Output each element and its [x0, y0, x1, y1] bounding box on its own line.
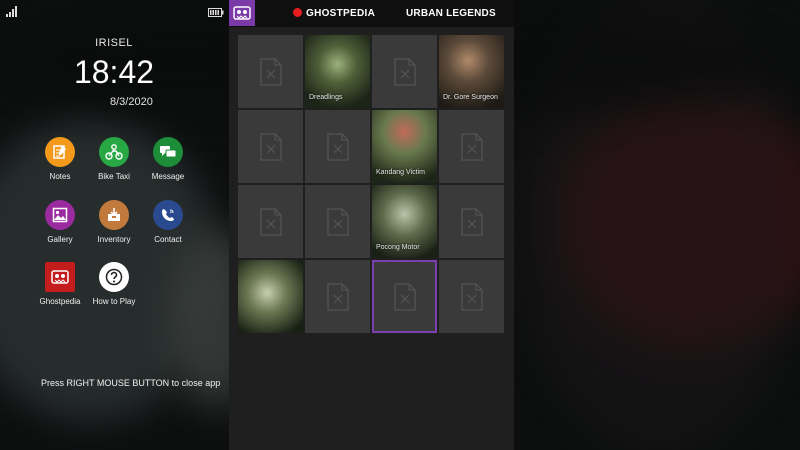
- ghost-entry[interactable]: Dreadlings: [305, 35, 370, 108]
- help-icon: [99, 262, 129, 292]
- bike-taxi-icon: [99, 137, 129, 167]
- close-app-hint: Press RIGHT MOUSE BUTTON to close app: [41, 378, 221, 388]
- app-label: How to Play: [92, 297, 136, 306]
- ghost-entry-locked[interactable]: [238, 35, 303, 108]
- ghostpedia-icon: [45, 262, 75, 292]
- app-gallery[interactable]: Gallery: [30, 200, 90, 244]
- ghost-entry-locked[interactable]: [439, 110, 504, 183]
- gallery-icon: [45, 200, 75, 230]
- message-icon: [153, 137, 183, 167]
- ghost-entry[interactable]: Pocong Motor: [372, 185, 437, 258]
- ghost-entry[interactable]: [238, 260, 303, 333]
- app-ghostpedia[interactable]: Ghostpedia: [30, 262, 90, 306]
- ghost-entry-locked[interactable]: [238, 110, 303, 183]
- ghost-photo: [238, 260, 303, 333]
- ghostpedia-logo-icon: [229, 0, 255, 26]
- ghost-entry-locked[interactable]: [305, 260, 370, 333]
- ghost-entry-locked[interactable]: [238, 185, 303, 258]
- ghost-entry-grid: Dreadlings Dr. Gore Surgeon Kandang Vict…: [237, 34, 505, 334]
- clock-time: 18:42: [73, 54, 155, 90]
- ghostpedia-header: GHOSTPEDIA URBAN LEGENDS: [229, 0, 514, 27]
- missing-image-icon: [326, 282, 349, 311]
- tab-label: URBAN LEGENDS: [406, 8, 496, 19]
- clock-date: 8/3/2020: [110, 96, 153, 108]
- contact-icon: [153, 200, 183, 230]
- app-label: Message: [151, 172, 185, 181]
- app-inventory[interactable]: Inventory: [84, 200, 144, 244]
- missing-image-icon: [326, 132, 349, 161]
- tab-urban-legends[interactable]: URBAN LEGENDS: [406, 8, 496, 19]
- ghost-name: Dreadlings: [309, 94, 343, 101]
- active-tab-dot-icon: [293, 8, 302, 17]
- ghost-name: Pocong Motor: [376, 244, 420, 251]
- ghost-entry-locked[interactable]: [305, 185, 370, 258]
- missing-image-icon: [393, 57, 416, 86]
- missing-image-icon: [259, 132, 282, 161]
- battery-icon: [208, 8, 224, 17]
- missing-image-icon: [326, 207, 349, 236]
- app-how-to-play[interactable]: How to Play: [84, 262, 144, 306]
- missing-image-icon: [460, 282, 483, 311]
- app-label: Bike Taxi: [98, 172, 130, 181]
- app-label: Contact: [154, 235, 182, 244]
- carrier-name: IRISEL: [95, 37, 133, 49]
- ghost-entry-locked[interactable]: [372, 35, 437, 108]
- notes-icon: [45, 137, 75, 167]
- signal-bars-icon: [6, 6, 17, 17]
- missing-image-icon: [393, 282, 416, 311]
- app-label: Notes: [49, 172, 71, 181]
- ghost-entry[interactable]: Kandang Victim: [372, 110, 437, 183]
- ghost-entry-locked[interactable]: [305, 110, 370, 183]
- inventory-icon: [99, 200, 129, 230]
- missing-image-icon: [259, 207, 282, 236]
- ghost-name: Kandang Victim: [376, 169, 425, 176]
- ghost-entry-locked[interactable]: [439, 260, 504, 333]
- missing-image-icon: [460, 132, 483, 161]
- ghost-name: Dr. Gore Surgeon: [443, 94, 498, 101]
- ghost-entry-selected[interactable]: [372, 260, 437, 333]
- tab-label: GHOSTPEDIA: [306, 8, 376, 19]
- tab-ghostpedia[interactable]: GHOSTPEDIA: [293, 8, 375, 19]
- missing-image-icon: [259, 57, 282, 86]
- app-label: Gallery: [47, 235, 73, 244]
- app-label: Inventory: [97, 235, 131, 244]
- app-notes[interactable]: Notes: [30, 137, 90, 181]
- app-label: Ghostpedia: [39, 297, 81, 306]
- ghost-entry[interactable]: Dr. Gore Surgeon: [439, 35, 504, 108]
- app-message[interactable]: Message: [138, 137, 198, 181]
- ghostpedia-panel: GHOSTPEDIA URBAN LEGENDS Dreadlings Dr. …: [229, 0, 514, 450]
- app-bike-taxi[interactable]: Bike Taxi: [84, 137, 144, 181]
- app-contact[interactable]: Contact: [138, 200, 198, 244]
- missing-image-icon: [460, 207, 483, 236]
- ghost-entry-locked[interactable]: [439, 185, 504, 258]
